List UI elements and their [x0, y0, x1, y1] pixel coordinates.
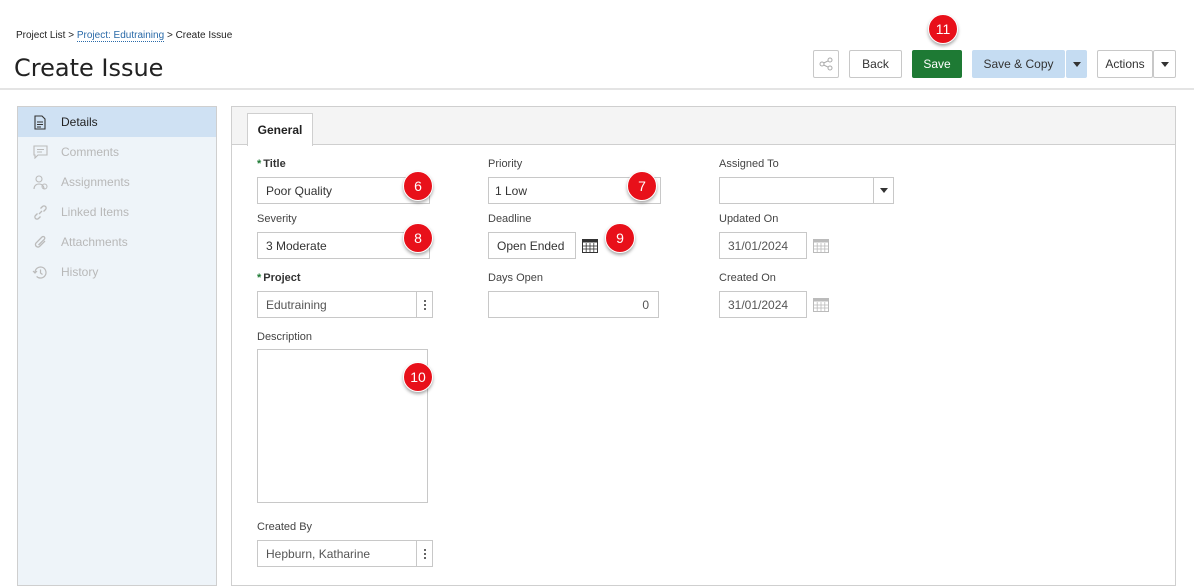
created-on-label: Created On — [719, 272, 776, 284]
sidebar-item-label: Details — [61, 115, 98, 129]
sidebar-item-comments[interactable]: Comments — [18, 137, 216, 167]
sidebar-item-details[interactable]: Details — [18, 107, 216, 137]
days-open-label: Days Open — [488, 272, 544, 284]
annotation-marker-6: 6 — [403, 171, 433, 201]
sidebar-item-assignments[interactable]: Assignments — [18, 167, 216, 197]
tab-bar — [231, 106, 1176, 145]
sidebar-item-linked-items[interactable]: Linked Items — [18, 197, 216, 227]
actions-dropdown-button[interactable] — [1153, 50, 1176, 78]
caret-down-icon — [879, 188, 888, 193]
more-options-icon[interactable] — [416, 541, 432, 566]
priority-label: Priority — [488, 158, 523, 170]
annotation-marker-8: 8 — [403, 223, 433, 253]
project-label: * Project — [257, 272, 301, 284]
created-on-value: 31/01/2024 — [728, 297, 789, 312]
share-button[interactable] — [813, 50, 839, 78]
breadcrumb-separator: > — [166, 30, 173, 41]
priority-value: 1 Low — [495, 183, 528, 198]
sidebar-item-label: Assignments — [61, 175, 130, 189]
breadcrumb: Project List > Project: Edutraining > Cr… — [16, 30, 233, 42]
deadline-value: Open Ended — [497, 238, 565, 253]
project-value: Edutraining — [266, 297, 327, 312]
back-button[interactable]: Back — [849, 50, 902, 78]
created-on-field: 31/01/2024 — [719, 291, 807, 318]
days-open-field: 0 — [488, 291, 659, 318]
created-by-value: Hepburn, Katharine — [266, 546, 371, 561]
calendar-icon — [812, 237, 830, 253]
description-label: Description — [257, 331, 313, 343]
sidebar-item-history[interactable]: History — [18, 257, 216, 287]
calendar-icon — [812, 296, 830, 312]
breadcrumb-project[interactable]: Project: Edutraining — [76, 30, 165, 42]
annotation-marker-9: 9 — [605, 223, 635, 253]
description-textarea[interactable] — [257, 349, 428, 503]
save-button[interactable]: Save — [912, 50, 962, 78]
breadcrumb-current: Create Issue — [175, 30, 233, 41]
save-copy-dropdown-button[interactable] — [1066, 50, 1087, 78]
sidebar-item-label: Comments — [61, 145, 120, 159]
breadcrumb-project-list[interactable]: Project List — [16, 30, 65, 41]
created-by-field[interactable]: Hepburn, Katharine — [257, 540, 433, 567]
sidebar: Details Comments Assignments Linked Item… — [17, 106, 217, 586]
document-icon — [30, 114, 50, 130]
required-marker: * — [257, 272, 262, 284]
deadline-label: Deadline — [488, 213, 532, 225]
updated-on-value: 31/01/2024 — [728, 238, 789, 253]
title-label-text: Title — [263, 158, 286, 170]
assigned-to-select[interactable] — [719, 177, 894, 204]
comment-icon — [30, 144, 50, 160]
project-label-text: Project — [263, 272, 301, 284]
required-marker: * — [257, 158, 262, 170]
annotation-marker-7: 7 — [627, 171, 657, 201]
sidebar-item-label: History — [61, 265, 99, 279]
title-label: * Title — [257, 158, 286, 170]
header-divider — [0, 88, 1194, 90]
tab-general[interactable]: General — [247, 113, 313, 146]
project-field[interactable]: Edutraining — [257, 291, 433, 318]
breadcrumb-separator: > — [68, 30, 75, 41]
sidebar-item-label: Attachments — [61, 235, 128, 249]
paperclip-icon — [30, 234, 50, 250]
dropdown-toggle[interactable] — [873, 178, 893, 203]
share-icon — [819, 57, 833, 71]
sidebar-item-label: Linked Items — [61, 205, 130, 219]
annotation-marker-10: 10 — [403, 362, 433, 392]
save-copy-button[interactable]: Save & Copy — [972, 50, 1065, 78]
more-options-icon[interactable] — [416, 292, 432, 317]
calendar-icon[interactable] — [581, 237, 599, 253]
created-by-label: Created By — [257, 521, 313, 533]
actions-button[interactable]: Actions — [1097, 50, 1153, 78]
updated-on-field: 31/01/2024 — [719, 232, 807, 259]
updated-on-label: Updated On — [719, 213, 779, 225]
severity-label: Severity — [257, 213, 297, 225]
severity-value: 3 Moderate — [266, 238, 327, 253]
annotation-marker-11: 11 — [928, 14, 958, 44]
link-icon — [30, 204, 50, 220]
assigned-to-label: Assigned To — [719, 158, 779, 170]
title-value: Poor Quality — [266, 183, 333, 198]
caret-down-icon — [1160, 61, 1169, 67]
user-icon — [30, 174, 50, 190]
deadline-field[interactable]: Open Ended — [488, 232, 576, 259]
sidebar-item-attachments[interactable]: Attachments — [18, 227, 216, 257]
days-open-value: 0 — [642, 297, 649, 312]
caret-down-icon — [1072, 61, 1081, 67]
page-title: Create Issue — [14, 54, 164, 82]
history-icon — [30, 264, 50, 280]
